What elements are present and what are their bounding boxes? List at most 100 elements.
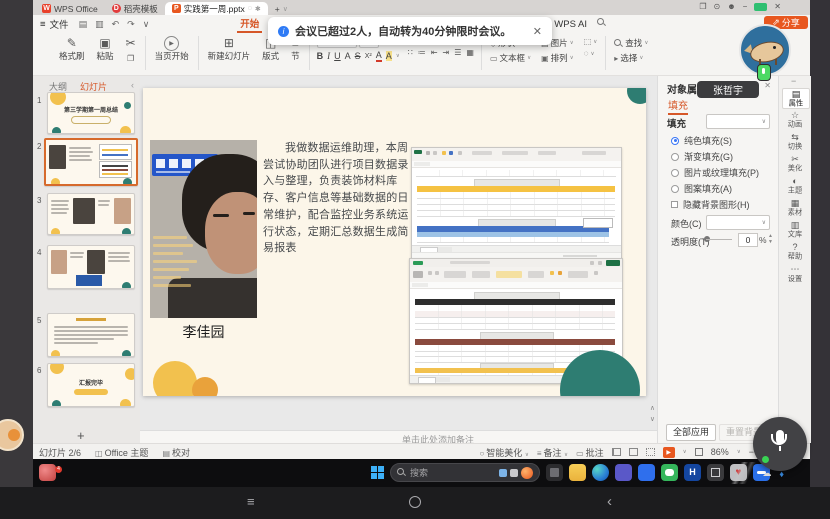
taskbar-app-icon[interactable] [638,464,655,481]
new-slide-button[interactable]: ⊞ 新建幻灯片 [208,36,251,61]
highlight-button[interactable]: A [386,51,392,61]
zoom-level[interactable]: 86% [711,447,729,457]
collapse-panel-icon[interactable]: ‹ [131,80,134,90]
taskbar-pinned-app-icon[interactable]: 4 [39,464,56,481]
taskbar-meeting-icon[interactable]: H [684,464,701,481]
apply-all-button[interactable]: 全部应用 [666,424,716,441]
new-tab-button[interactable]: + ∨ [268,2,295,15]
smart-beautify-button[interactable]: ○智能美化 ∨ [479,446,528,459]
superscript-button[interactable]: X² [365,53,372,60]
fullscreen-icon[interactable] [695,448,703,456]
taskbar-app-icon[interactable] [615,464,632,481]
bullet-list-icon[interactable]: ∷ [408,49,413,57]
rail-item-animation[interactable]: ☆ 动画 [782,110,808,129]
slide-thumbnail-1[interactable]: 第三学期第一周总结 [47,92,135,134]
wps-ai-tab[interactable]: WPS AI [554,19,587,30]
undo-icon[interactable]: ↶ [112,19,120,30]
opacity-spinner[interactable]: ▲▼ [768,233,773,245]
textbox-button[interactable]: ▭ 文本框∨ [490,52,531,64]
opacity-value-input[interactable]: 0 [738,233,758,247]
notification-close-icon[interactable]: ✕ [533,25,542,38]
rail-item-properties[interactable]: ▤ 属性 [782,88,810,109]
quickbar-chevron-icon[interactable]: ∨ [143,19,150,30]
notes-toggle-button[interactable]: ≡备注 ∨ [537,446,568,459]
taskbar-task-view-icon[interactable] [546,464,563,481]
ribbon-search-icon[interactable] [597,18,606,30]
texture-fill-option[interactable]: 图片或纹理填充(P) [671,166,759,179]
slide-thumbnail-3[interactable] [47,193,135,235]
nav-home-icon[interactable] [409,496,421,508]
cloud-tray-icon[interactable]: ☁ [762,468,771,479]
find-button[interactable]: 查找∨ [614,37,648,49]
tab-wps-office[interactable]: W WPS Office [35,2,105,15]
font-more-chevron-icon[interactable]: ∨ [396,53,400,59]
scroll-down-icon[interactable]: ∨ [650,415,655,423]
settings-icon[interactable]: ⊙ [714,2,721,11]
minimize-icon[interactable]: − [743,2,748,11]
underline-button[interactable]: U [334,51,341,61]
redo-icon[interactable]: ↷ [127,19,135,30]
theme-status[interactable]: ◫Office 主题 [95,446,148,459]
indent-less-icon[interactable]: ⇤ [431,49,438,57]
slide-thumbnail-5[interactable] [47,313,135,357]
slide-thumbnail-2-selected[interactable] [44,138,138,186]
ribbon-tab-home[interactable]: 开始 [237,15,262,33]
color-select[interactable]: ∨ [706,215,770,230]
rail-item-library[interactable]: ▥ 文库 [782,220,808,239]
tab-sync-icon[interactable]: ◌ [248,5,252,12]
normal-view-icon[interactable] [612,448,621,456]
slideshow-chevron-icon[interactable]: ∨ [683,449,687,455]
zoom-chevron-icon[interactable]: ∨ [737,449,741,455]
panel-close-icon[interactable]: ✕ [764,81,771,90]
rail-item-transition[interactable]: ⇆ 切换 [782,132,808,151]
slide-thumbnail-6[interactable]: 汇报完毕 [47,363,135,407]
solid-fill-option[interactable]: 纯色填充(S) [671,134,732,147]
reading-view-icon[interactable] [646,448,655,456]
cut-copy-group[interactable]: ✂ ❐ [126,36,136,66]
start-button[interactable] [371,466,384,479]
insert-more-bottom-button[interactable]: ◌∨ [584,49,598,58]
paragraph-more-icon[interactable]: ▦ [466,49,474,57]
indent-more-icon[interactable]: ⇥ [443,49,450,57]
add-slide-button[interactable]: + [77,428,85,443]
hamburger-icon[interactable]: ≡ [40,19,46,30]
file-menu[interactable]: 文件 [50,17,69,31]
print-icon[interactable]: ▥ [95,19,104,30]
save-icon[interactable]: ▤ [79,19,88,30]
rail-item-assets[interactable]: ▦ 素材 [782,198,808,217]
comments-button[interactable]: ▭批注 [576,446,604,459]
paste-button[interactable]: ▣ 粘贴 [97,36,114,61]
tab-current-presentation[interactable]: P 实践第一周.pptx ◌ ✱ [165,2,268,15]
insert-more-top-button[interactable]: ⬚∨ [584,37,598,46]
nav-back-icon[interactable]: ‹ [607,492,612,512]
rail-item-help[interactable]: ? 帮助 [782,242,808,261]
tab-docer-template[interactable]: D 稻壳模板 [105,2,165,15]
font-color-button[interactable]: A [376,50,382,62]
taskbar-search-box[interactable]: 搜索 [390,463,540,482]
select-button[interactable]: ▸ 选择∨ [614,52,648,64]
slide-thumbnail-4[interactable] [47,245,135,289]
arrange-button[interactable]: ▣ 排列∨ [541,52,574,64]
italic-button[interactable]: I [327,51,330,61]
play-from-current-button[interactable]: ▶ 当页开始 [155,36,189,61]
person-photo[interactable] [150,140,257,318]
scroll-up-icon[interactable]: ∧ [650,404,655,412]
taskbar-edge-icon[interactable] [592,464,609,481]
nav-menu-icon[interactable]: ≡ [247,492,255,512]
bold-button[interactable]: B [317,51,324,61]
line-spacing-icon[interactable]: ☰ [454,49,461,57]
taskbar-wechat-icon[interactable] [661,464,678,481]
restore-icon[interactable]: ❐ [699,2,706,11]
fill-tab[interactable]: 填充 [668,97,688,115]
opacity-slider[interactable] [706,239,732,240]
account-icon[interactable]: ☻ [727,2,735,11]
rail-item-theme[interactable]: ◐ 主题 [782,176,808,195]
sorter-view-icon[interactable] [629,448,638,456]
microphone-button[interactable] [753,417,807,471]
close-icon[interactable]: ✕ [774,2,781,11]
taskbar-file-explorer-icon[interactable] [569,464,586,481]
current-slide[interactable]: 李佳园 我做数据运维助理，本周尝试协助团队进行项目数据录入与整理，负责装饰材料库… [143,88,646,396]
format-painter-button[interactable]: ✎ 格式刷 [59,36,85,61]
notes-bar[interactable]: 单击此处添加备注 [140,430,657,444]
char-style-button[interactable]: A [345,51,351,61]
